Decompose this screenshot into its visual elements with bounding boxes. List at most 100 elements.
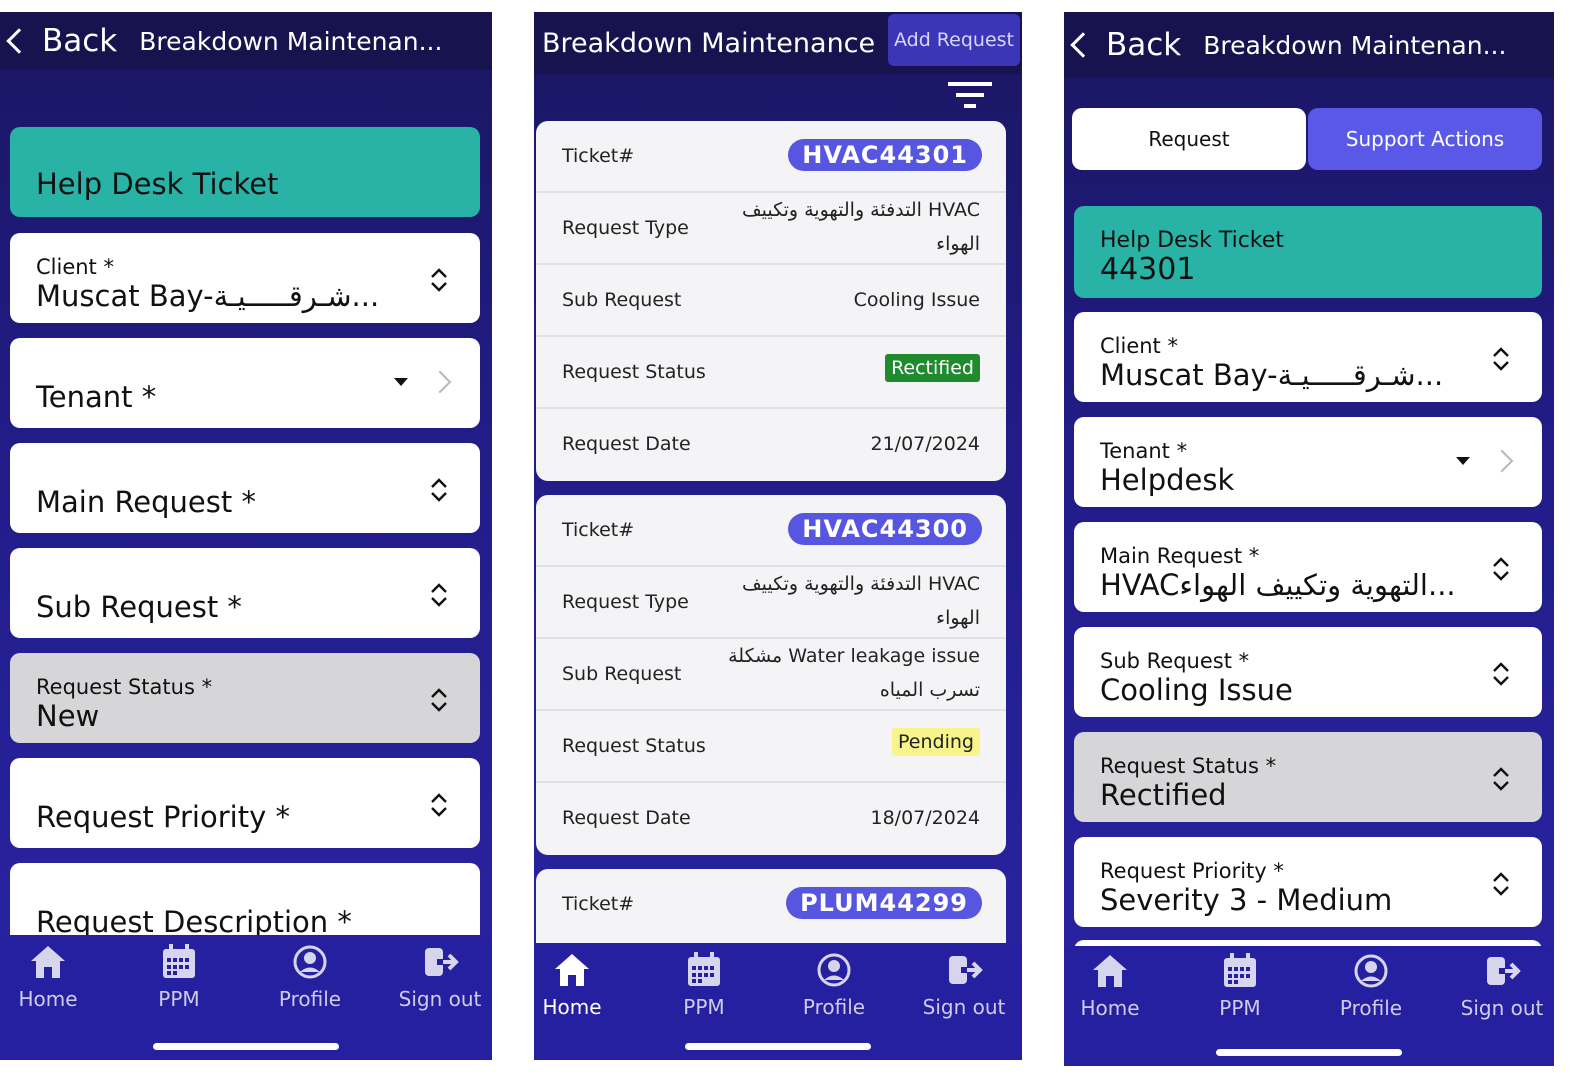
back-button[interactable]: Back <box>1064 27 1181 63</box>
sub-request-label: Sub Request * <box>1100 649 1250 673</box>
ticket-row: Ticket# HVAC44300 <box>536 495 1006 567</box>
request-date-label: Request Date <box>562 807 691 829</box>
request-type-value-line2: الهواء <box>936 607 980 629</box>
nav-header: Back Breakdown Maintenan... <box>1064 12 1554 78</box>
tenant-select[interactable]: Tenant * Helpdesk <box>1074 417 1542 507</box>
ticket-label: Ticket# <box>562 145 635 167</box>
request-status-row: Request Status Pending <box>536 711 1006 783</box>
updown-icon <box>431 478 447 502</box>
request-status-label: Request Status * <box>36 675 213 699</box>
tab-label: PPM <box>1219 996 1261 1020</box>
main-request-select[interactable]: Main Request * ...التهوية وتكييف الهواءH… <box>1074 522 1542 612</box>
status-badge: Pending <box>892 728 980 756</box>
tab-label: PPM <box>158 987 200 1011</box>
calendar-icon <box>1224 953 1256 987</box>
sign-out-icon <box>425 948 459 976</box>
request-status-select[interactable]: Request Status * Rectified <box>1074 732 1542 822</box>
tab-profile[interactable]: Profile <box>1311 952 1431 1020</box>
back-label: Back <box>42 23 118 59</box>
tenant-select[interactable]: Tenant * <box>10 338 480 428</box>
sub-request-select[interactable]: Sub Request * <box>10 548 480 638</box>
tab-label: Home <box>542 995 602 1019</box>
home-icon <box>31 946 65 978</box>
main-request-label: Main Request * <box>36 485 256 519</box>
main-request-select[interactable]: Main Request * <box>10 443 480 533</box>
sub-request-select[interactable]: Sub Request * Cooling Issue <box>1074 627 1542 717</box>
page-title: Breakdown Maintenan... <box>1203 30 1507 60</box>
request-status-label: Request Status <box>562 361 706 383</box>
request-type-value-line1: التدفئة والتهوية وتكييف HVAC <box>741 573 980 595</box>
client-select[interactable]: Client * Muscat Bay-شـرقـــــيـة... <box>1074 312 1542 402</box>
tab-ppm[interactable]: PPM <box>1180 952 1300 1020</box>
filter-icon[interactable] <box>948 80 992 110</box>
add-request-button[interactable]: Add Request <box>888 14 1020 66</box>
request-date-label: Request Date <box>562 433 691 455</box>
ticket-title: Help Desk Ticket <box>1100 228 1284 253</box>
tenant-label: Tenant * <box>36 380 157 414</box>
tab-request[interactable]: Request <box>1072 108 1306 170</box>
tab-home[interactable]: Home <box>534 951 632 1019</box>
client-select[interactable]: Client * Muscat Bay-شـرقـــــيـة... <box>10 233 480 323</box>
request-priority-select[interactable]: Request Priority * Severity 3 - Medium <box>1074 837 1542 927</box>
tab-profile[interactable]: Profile <box>250 943 370 1011</box>
page-title: Breakdown Maintenance <box>542 27 876 59</box>
sub-request-row: Sub Request Cooling Issue <box>536 265 1006 337</box>
tab-bar: Home PPM Profile Sign out <box>0 935 492 1060</box>
chevron-right-icon <box>1490 449 1514 473</box>
client-label: Client * <box>36 255 114 279</box>
ticket-title: Help Desk Ticket <box>36 167 279 201</box>
request-type-row: Request Type التدفئة والتهوية وتكييف HVA… <box>536 193 1006 265</box>
sub-request-value-line2: تسرب المياه <box>879 679 980 701</box>
tab-sign-out[interactable]: Sign out <box>380 943 492 1011</box>
tab-label: Profile <box>802 995 866 1019</box>
sub-request-value: Cooling Issue <box>853 289 980 311</box>
request-priority-value: Severity 3 - Medium <box>1100 883 1393 917</box>
request-type-value-line2: الهواء <box>936 233 980 255</box>
ticket-card[interactable]: Ticket# HVAC44301 Request Type التدفئة و… <box>536 121 1006 481</box>
tab-label: Home <box>18 987 78 1011</box>
sign-out-icon <box>1487 957 1521 985</box>
dropdown-arrow-icon <box>394 378 408 386</box>
tab-label: PPM <box>683 995 725 1019</box>
tab-sign-out[interactable]: Sign out <box>904 951 1022 1019</box>
request-status-value: Rectified <box>1100 778 1227 812</box>
home-indicator <box>1216 1049 1402 1056</box>
sub-request-label: Sub Request <box>562 663 682 685</box>
request-status-value: New <box>36 699 100 733</box>
phone-screen-new-ticket: Back Breakdown Maintenan... Help Desk Ti… <box>0 12 492 1060</box>
updown-icon <box>431 793 447 817</box>
ticket-number-pill: HVAC44300 <box>788 513 982 545</box>
ticket-banner: Help Desk Ticket 44301 <box>1074 206 1542 298</box>
updown-icon <box>431 688 447 712</box>
updown-icon <box>1493 662 1509 686</box>
tab-ppm[interactable]: PPM <box>119 943 239 1011</box>
tab-home[interactable]: Home <box>1064 952 1170 1020</box>
request-type-value-line1: التدفئة والتهوية وتكييف HVAC <box>741 199 980 221</box>
request-type-label: Request Type <box>562 591 689 613</box>
request-priority-select[interactable]: Request Priority * <box>10 758 480 848</box>
updown-icon <box>431 583 447 607</box>
main-request-label: Main Request * <box>1100 544 1260 568</box>
ticket-number-pill: PLUM44299 <box>786 887 982 919</box>
ticket-card[interactable]: Ticket# HVAC44300 Request Type التدفئة و… <box>536 495 1006 855</box>
tab-ppm[interactable]: PPM <box>644 951 764 1019</box>
back-label: Back <box>1106 27 1182 63</box>
nav-header: Breakdown Maintenance Add Request <box>534 12 1022 74</box>
back-button[interactable]: Back <box>0 23 117 59</box>
request-date-row: Request Date 18/07/2024 <box>536 783 1006 855</box>
updown-icon <box>1493 557 1509 581</box>
tab-support-actions[interactable]: Support Actions <box>1308 108 1542 170</box>
nav-header: Back Breakdown Maintenan... <box>0 12 492 70</box>
profile-icon <box>1354 954 1388 988</box>
sub-request-row: Sub Request مشكلة Water leakage issue تس… <box>536 639 1006 711</box>
phone-screen-ticket-list: Breakdown Maintenance Add Request Ticket… <box>534 12 1022 1060</box>
request-status-select[interactable]: Request Status * New <box>10 653 480 743</box>
tab-profile[interactable]: Profile <box>774 951 894 1019</box>
home-indicator <box>685 1043 871 1050</box>
calendar-icon <box>688 952 720 986</box>
ticket-banner: Help Desk Ticket <box>10 127 480 217</box>
tab-sign-out[interactable]: Sign out <box>1442 952 1554 1020</box>
request-description-label: Request Description * <box>36 905 352 939</box>
tab-home[interactable]: Home <box>0 943 108 1011</box>
updown-icon <box>1493 347 1509 371</box>
